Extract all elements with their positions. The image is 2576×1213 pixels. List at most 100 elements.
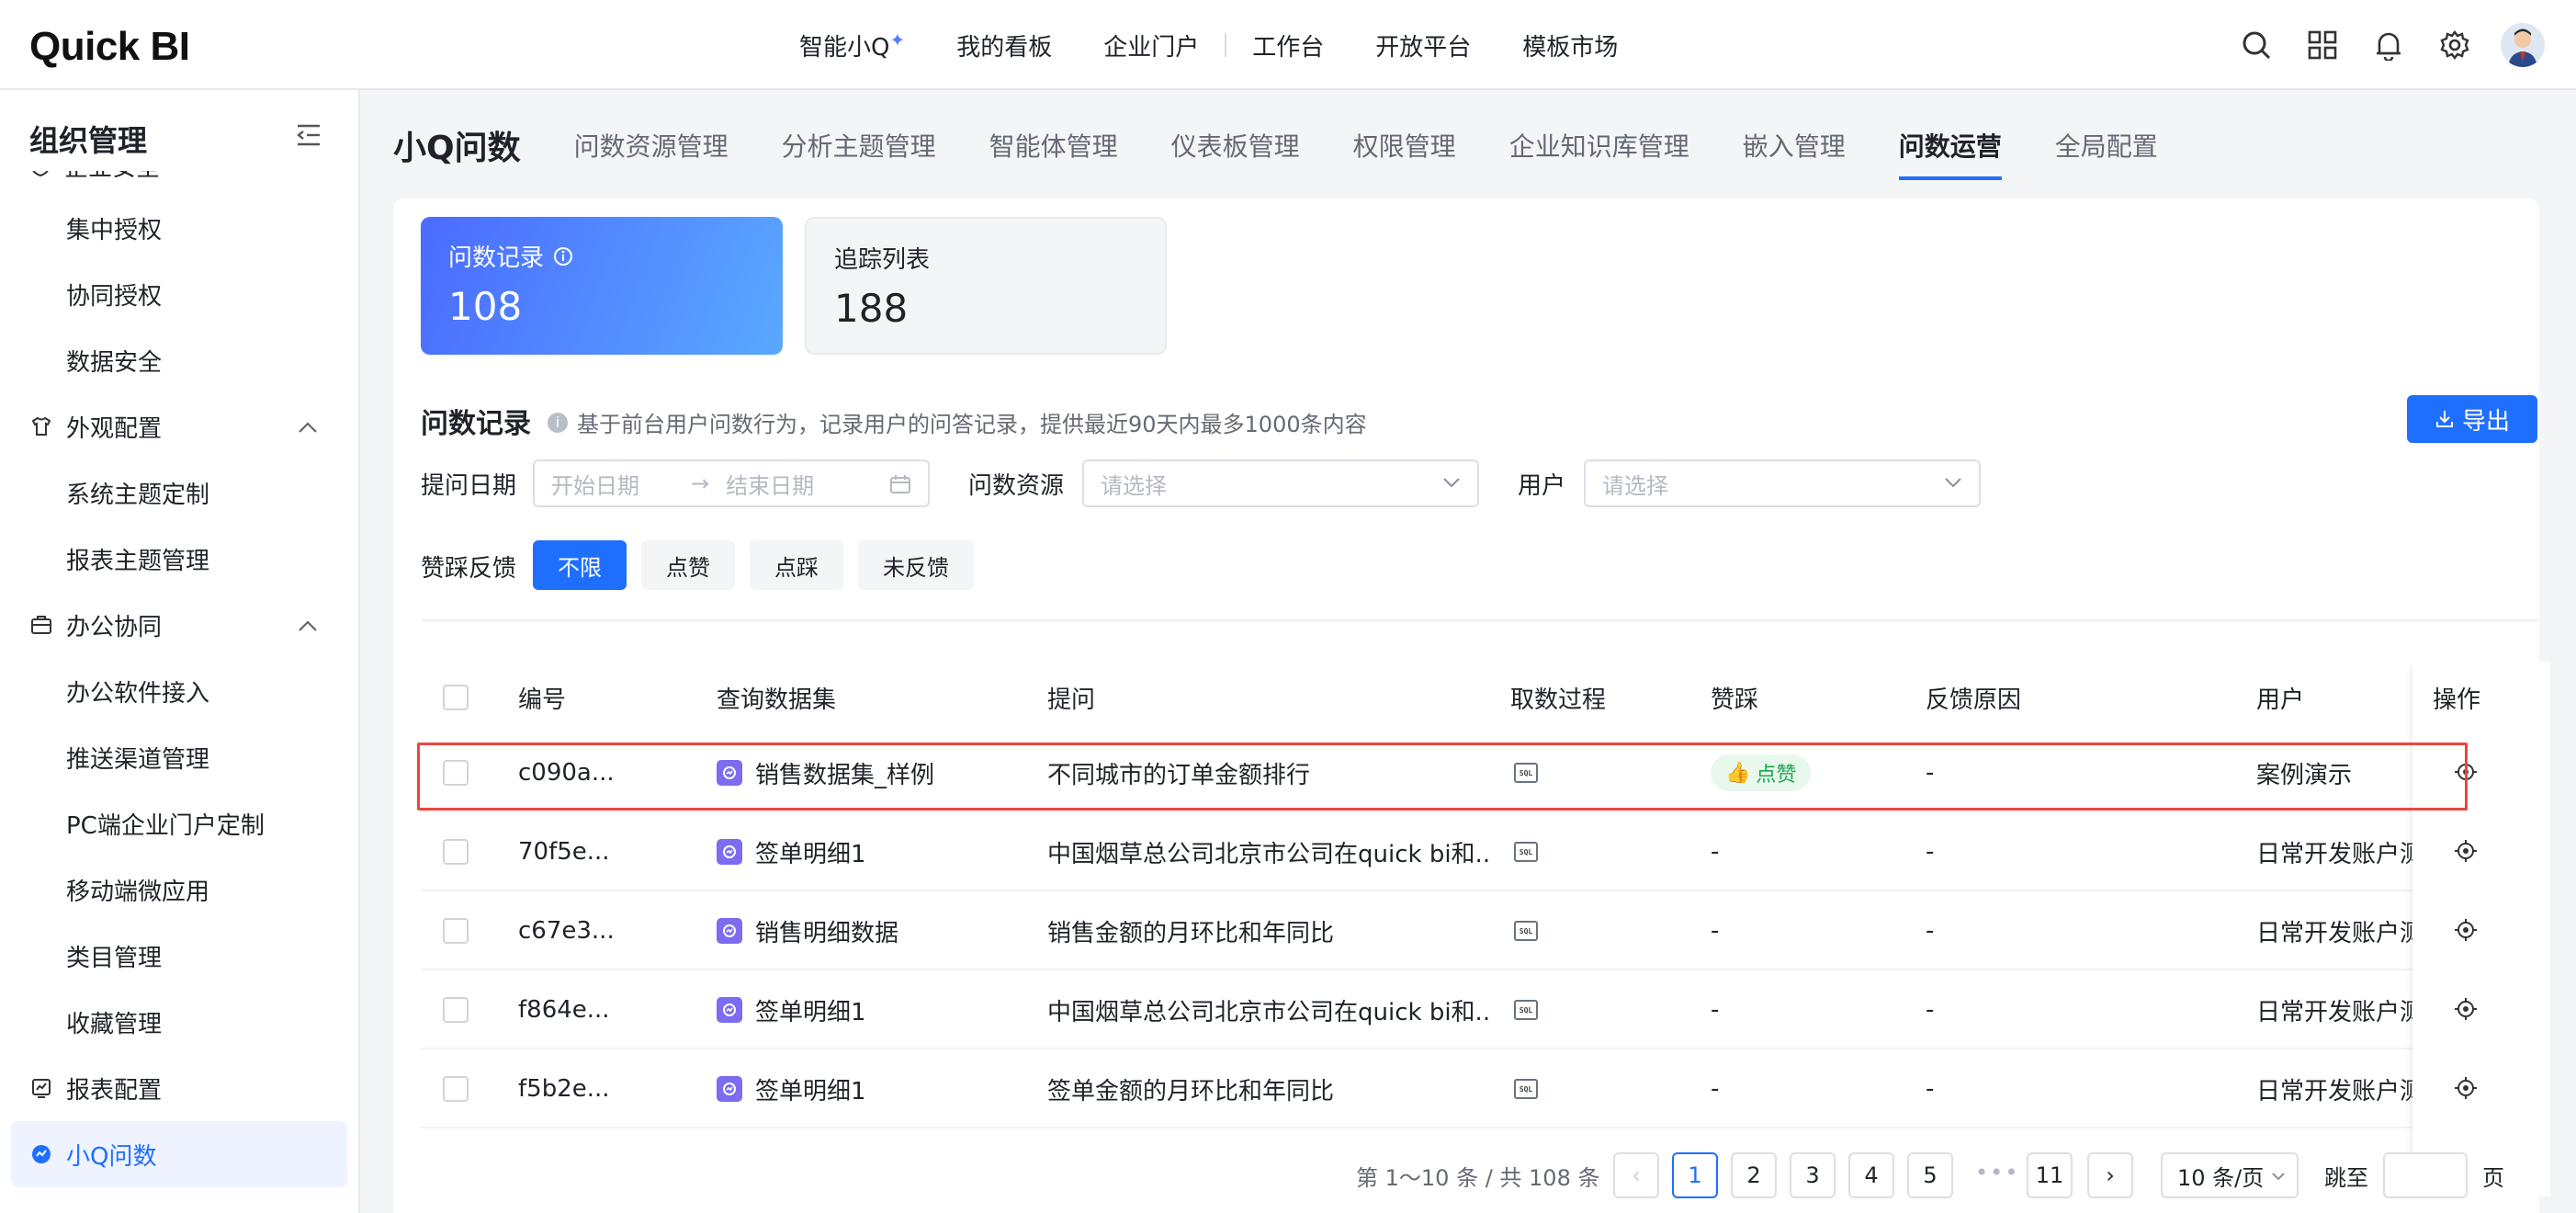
dataset-cell[interactable]: 签单明细1 (717, 812, 866, 891)
sidebar-item-collab-auth[interactable]: 协同授权 (0, 261, 358, 327)
feedback-option-like[interactable]: 点赞 (641, 540, 735, 590)
dataset-name: 销售明细数据 (755, 919, 899, 947)
locate-icon[interactable] (2453, 1075, 2479, 1107)
export-button[interactable]: 导出 (2407, 395, 2537, 443)
topnav-workbench[interactable]: 工作台 (1252, 28, 1324, 62)
tab-embed[interactable]: 嵌入管理 (1743, 127, 1846, 164)
sql-icon[interactable]: SQL (1514, 970, 1538, 1049)
feedback-option-none[interactable]: 未反馈 (858, 540, 974, 590)
row-checkbox[interactable] (443, 760, 469, 786)
sidebar-group-appearance[interactable]: 外观配置 (0, 393, 358, 459)
topnav-open-platform[interactable]: 开放平台 (1375, 28, 1471, 62)
col-header-user: 用户 (2256, 686, 2305, 714)
sidebar-group-report-config[interactable]: 报表配置 (0, 1055, 358, 1121)
nav-divider (1225, 33, 1227, 57)
row-checkbox[interactable] (443, 839, 469, 865)
sidebar-item-mobile-app[interactable]: 移动端微应用 (0, 856, 358, 923)
sidebar-item-category[interactable]: 类目管理 (0, 923, 358, 989)
sidebar-item-report-theme[interactable]: 报表主题管理 (0, 526, 358, 592)
sidebar-item-central-auth[interactable]: 集中授权 (0, 195, 358, 261)
page-size-select[interactable]: 10 条/页 (2161, 1152, 2299, 1198)
tab-global-config[interactable]: 全局配置 (2055, 127, 2158, 164)
briefcase-icon (29, 613, 53, 637)
user-name: 日常开发账户测 (2256, 840, 2412, 868)
question-text: 销售金额的月环比和年同比 (1047, 919, 1335, 947)
date-range-picker[interactable]: 开始日期 → 结束日期 (533, 459, 930, 507)
apps-grid-icon[interactable] (2302, 25, 2343, 65)
user-select[interactable]: 请选择 (1584, 459, 1981, 507)
vote-text: - (1711, 917, 1720, 945)
sidebar-item-favorites[interactable]: 收藏管理 (0, 989, 358, 1055)
prev-page-button[interactable]: ‹ (1613, 1152, 1659, 1198)
search-icon[interactable] (2236, 25, 2277, 65)
tab-permission[interactable]: 权限管理 (1353, 127, 1456, 164)
dataset-cell[interactable]: 销售明细数据 (717, 891, 898, 970)
sidebar-item-system-theme[interactable]: 系统主题定制 (0, 459, 358, 526)
row-checkbox[interactable] (443, 1076, 469, 1102)
brand-logo[interactable]: Quick BI (29, 24, 190, 70)
feedback-option-all[interactable]: 不限 (533, 540, 627, 590)
topnav-xiaoq[interactable]: 智能小Q✦ (799, 28, 905, 62)
table-row[interactable]: c67e3... 销售明细数据 销售金额的月环比和年同比 SQL - - 日常开… (421, 891, 2539, 970)
record-id: c67e3... (518, 917, 615, 945)
sidebar-group-office[interactable]: 办公协同 (0, 592, 358, 658)
sidebar-item-pc-portal[interactable]: PC端企业门户定制 (0, 790, 358, 856)
page-5-button[interactable]: 5 (1907, 1152, 1953, 1198)
dataset-name: 销售数据集_样例 (755, 761, 935, 789)
chevron-down-icon (2272, 1173, 2285, 1181)
topnav-xiaoq-label: 智能小Q (799, 33, 890, 62)
table-row[interactable]: f5b2e... 签单明细1 签单金额的月环比和年同比 SQL - - 日常开发… (421, 1049, 2539, 1128)
user-avatar[interactable] (2501, 23, 2545, 67)
sidebar-item-data-security[interactable]: 数据安全 (0, 327, 358, 393)
collapse-menu-icon[interactable] (296, 123, 322, 153)
sql-icon[interactable]: SQL (1514, 812, 1538, 891)
pagination-ellipsis[interactable]: ••• (1975, 1160, 2019, 1185)
select-all-checkbox[interactable] (443, 662, 469, 733)
locate-icon[interactable] (2453, 838, 2479, 870)
sidebar-group-security[interactable]: 企业安全 (29, 171, 323, 184)
tab-dashboard[interactable]: 仪表板管理 (1171, 127, 1300, 164)
locate-icon[interactable] (2453, 996, 2479, 1028)
col-header-reason: 反馈原因 (1926, 686, 2022, 714)
stat-card-records[interactable]: 问数记录 108 (421, 217, 783, 355)
tab-agent[interactable]: 智能体管理 (989, 127, 1118, 164)
locate-icon[interactable] (2453, 759, 2479, 791)
module-tabs: 小Q问数 问数资源管理 分析主题管理 智能体管理 仪表板管理 权限管理 企业知识… (393, 118, 2211, 180)
sidebar-item-xiaoq[interactable]: 小Q问数 (11, 1121, 347, 1187)
sidebar-item-office-software[interactable]: 办公软件接入 (0, 658, 358, 724)
feedback-option-dislike[interactable]: 点踩 (750, 540, 843, 590)
tab-knowledge-base[interactable]: 企业知识库管理 (1509, 127, 1689, 164)
chevron-up-icon (298, 611, 318, 639)
stat-card-tracking[interactable]: 追踪列表 188 (805, 217, 1167, 355)
resource-select[interactable]: 请选择 (1082, 459, 1479, 507)
dataset-cell[interactable]: 销售数据集_样例 (717, 733, 934, 812)
topnav-portal[interactable]: 企业门户 (1103, 28, 1199, 62)
question-text: 签单金额的月环比和年同比 (1047, 1077, 1335, 1105)
tab-operation[interactable]: 问数运营 (1898, 127, 2002, 180)
table-row[interactable]: f864e... 签单明细1 中国烟草总公司北京市公司在quick bi和...… (421, 970, 2539, 1049)
next-page-button[interactable]: › (2087, 1152, 2133, 1198)
page-11-button[interactable]: 11 (2027, 1152, 2073, 1198)
locate-icon[interactable] (2453, 917, 2479, 949)
bell-icon[interactable] (2368, 25, 2409, 65)
sql-icon[interactable]: SQL (1514, 733, 1538, 812)
dataset-cell[interactable]: 签单明细1 (717, 970, 866, 1049)
sidebar-item-push-channel[interactable]: 推送渠道管理 (0, 724, 358, 790)
topnav-my-dashboard[interactable]: 我的看板 (956, 28, 1052, 62)
topnav-template-market[interactable]: 模板市场 (1522, 28, 1618, 62)
tab-analysis-topic[interactable]: 分析主题管理 (782, 127, 936, 164)
sql-icon[interactable]: SQL (1514, 1049, 1538, 1128)
row-checkbox[interactable] (443, 997, 469, 1023)
page-3-button[interactable]: 3 (1790, 1152, 1836, 1198)
page-1-button[interactable]: 1 (1672, 1152, 1718, 1198)
dataset-cell[interactable]: 签单明细1 (717, 1049, 866, 1128)
page-4-button[interactable]: 4 (1848, 1152, 1894, 1198)
tab-resource[interactable]: 问数资源管理 (574, 127, 729, 164)
settings-gear-icon[interactable] (2435, 25, 2475, 65)
page-2-button[interactable]: 2 (1731, 1152, 1777, 1198)
table-row[interactable]: c090a... 销售数据集_样例 不同城市的订单金额排行 SQL 👍 点赞 - … (421, 733, 2539, 812)
table-row[interactable]: 70f5e... 签单明细1 中国烟草总公司北京市公司在quick bi和...… (421, 812, 2539, 891)
jump-page-input[interactable] (2383, 1152, 2468, 1198)
sql-icon[interactable]: SQL (1514, 891, 1538, 970)
row-checkbox[interactable] (443, 918, 469, 944)
